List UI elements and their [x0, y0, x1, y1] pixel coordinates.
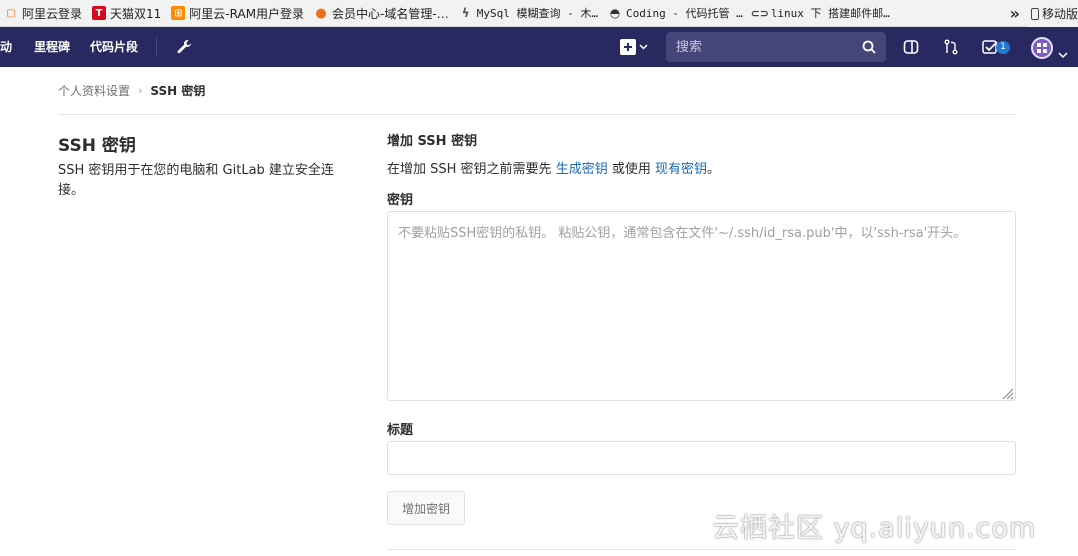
add-key-help: 在增加 SSH 密钥之前需要先 生成密钥 或使用 现有密钥。 [387, 162, 720, 177]
search-box [666, 32, 886, 62]
aliyun-icon: ▢ [6, 7, 16, 19]
breadcrumb: 个人资料设置 › SSH 密钥 [58, 82, 205, 99]
aliyun-ram-icon: ⊞ [171, 6, 186, 20]
bookmark-aliyun-login[interactable]: ▢ 阿里云登录 [0, 0, 88, 26]
new-item-dropdown[interactable] [618, 27, 650, 67]
bookmarks-bar: ▢ 阿里云登录 T 天猫双11 ⊞ 阿里云-RAM用户登录 ● 会员中心-域名管… [0, 0, 1078, 27]
title-label: 标题 [387, 423, 414, 438]
nav-divider [156, 37, 157, 57]
phone-icon [1030, 7, 1039, 20]
merge-request-icon[interactable] [942, 27, 960, 67]
bookmark-aliyun-ram[interactable]: ⊞ 阿里云-RAM用户登录 [167, 0, 310, 26]
nav-milestones[interactable]: 里程碑 [34, 27, 70, 67]
link-icon: ⊂⊃ [750, 6, 770, 20]
page-title: SSH 密钥 [58, 136, 136, 156]
bookmarks-more-button[interactable]: » [1010, 0, 1020, 27]
header-divider [58, 114, 1016, 115]
tmall-icon: T [92, 6, 107, 20]
breadcrumb-current[interactable]: SSH 密钥 [150, 82, 205, 99]
existing-key-link[interactable]: 现有密钥 [655, 162, 707, 177]
bookmark-linux-mail[interactable]: ⊂⊃ linux 下 搭建邮件邮… [749, 0, 896, 26]
coding-icon: ◓ [609, 6, 621, 20]
bookmark-coding[interactable]: ◓ Coding - 代码托管 … [604, 0, 749, 26]
avatar[interactable] [1031, 37, 1053, 59]
add-key-title: 增加 SSH 密钥 [387, 134, 478, 149]
page-description: SSH 密钥用于在您的电脑和 GitLab 建立安全连接。 [58, 163, 334, 198]
avatar-pattern-icon [1037, 43, 1047, 53]
top-navbar: 动 里程碑 代码片段 1 [0, 27, 1078, 67]
admin-wrench-icon[interactable] [174, 27, 194, 67]
search-input[interactable] [676, 39, 862, 55]
add-key-button[interactable]: 增加密钥 [387, 491, 465, 525]
nav-snippets[interactable]: 代码片段 [90, 27, 138, 67]
mysql-icon: ϟ [461, 6, 470, 20]
key-textarea[interactable] [387, 211, 1016, 401]
breadcrumb-profile-settings[interactable]: 个人资料设置 [58, 82, 130, 99]
bookmark-mysql[interactable]: ϟ MySql 模糊查询 - 木… [455, 0, 604, 26]
fruit-icon: ● [315, 5, 327, 21]
bookmark-domain-manage[interactable]: ● 会员中心-域名管理-… [310, 0, 455, 26]
chevron-right-icon: › [138, 84, 143, 97]
avatar-chevron-down-icon[interactable] [1058, 44, 1068, 63]
sidebar-toggle-icon[interactable] [901, 27, 921, 67]
bookmark-tmall[interactable]: T 天猫双11 [88, 0, 167, 26]
title-input[interactable] [387, 441, 1016, 475]
todo-count-badge[interactable]: 1 [996, 41, 1010, 54]
search-icon[interactable] [862, 40, 876, 54]
key-label: 密钥 [387, 193, 414, 208]
watermark: 云栖社区 yq.aliyun.com [712, 513, 1037, 544]
footer-divider [387, 549, 1016, 550]
generate-key-link[interactable]: 生成密钥 [556, 162, 608, 177]
nav-activity[interactable]: 动 [0, 27, 12, 67]
mobile-bookmarks[interactable]: 移动版 [1026, 0, 1078, 27]
resize-grip-icon[interactable] [1000, 386, 1014, 400]
